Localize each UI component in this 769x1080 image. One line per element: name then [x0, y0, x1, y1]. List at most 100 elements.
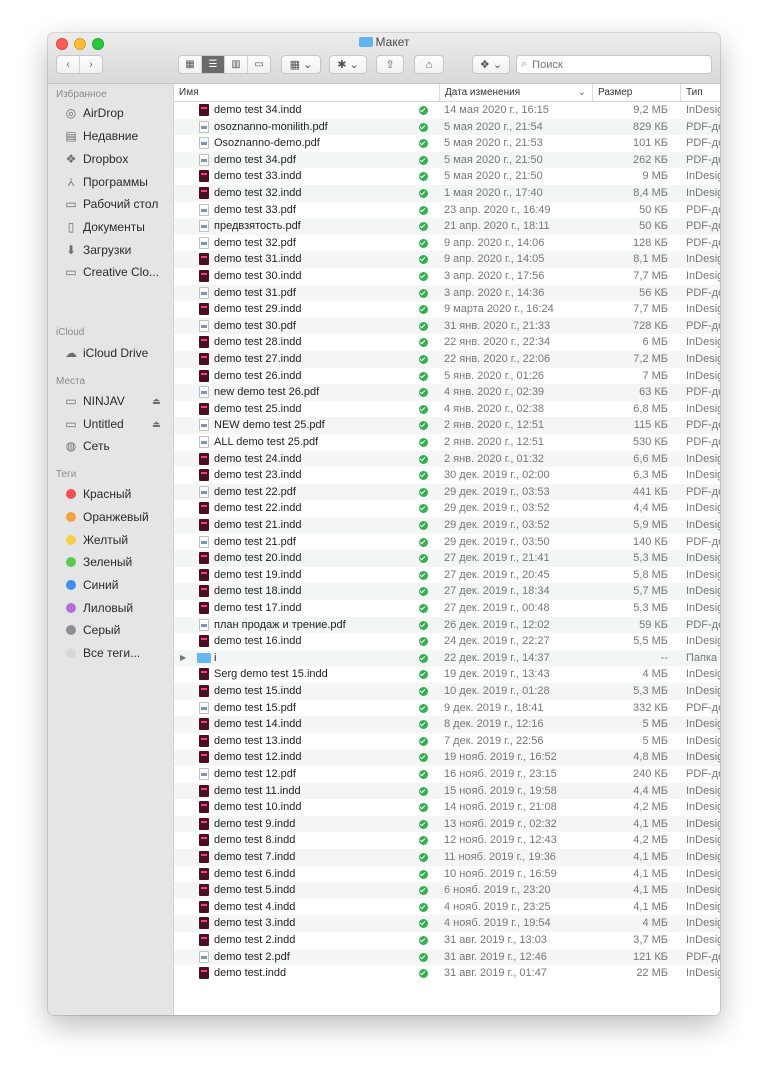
file-size: 7,7 МБ [633, 270, 668, 282]
column-header-size[interactable]: Размер [592, 84, 680, 101]
sidebar-tag-green[interactable]: Зеленый [64, 553, 172, 571]
eject-icon[interactable]: ⏏ [152, 396, 161, 407]
table-row[interactable]: demo test 25.indd 4 янв. 2020 г., 02:38 6,… [174, 401, 720, 418]
table-row[interactable]: demo test 19.indd 27 дек. 2019 г., 20:45 5… [174, 567, 720, 584]
sidebar-item-applications[interactable]: ⩑ Программы [64, 173, 172, 191]
table-row[interactable]: demo test 11.indd 15 нояб. 2019 г., 19:58… [174, 782, 720, 800]
sidebar-item-creative-cloud[interactable]: ▭ Creative Clo... [64, 263, 172, 281]
table-row[interactable]: demo test 32.pdf 9 апр. 2020 г., 14:06 128… [174, 235, 720, 252]
table-row[interactable]: demo test 22.pdf 29 дек. 2019 г., 03:53 44… [174, 483, 720, 501]
search-field[interactable]: ⌕ [516, 55, 712, 74]
table-row[interactable]: demo test 24.indd 2 янв. 2020 г., 01:32 6,… [174, 450, 720, 468]
table-row[interactable]: план продаж и трение.pdf 26 дек. 2019 г.,… [174, 616, 720, 634]
table-row[interactable]: demo test 15.indd 10 дек. 2019 г., 01:28 5… [174, 683, 720, 700]
table-row[interactable]: demo test 10.indd 14 нояб. 2019 г., 21:08… [174, 799, 720, 816]
sidebar-tag-purple[interactable]: Лиловый [64, 599, 172, 617]
column-header-type[interactable]: Тип [680, 84, 720, 101]
table-row[interactable]: предвзятость.pdf 21 апр. 2020 г., 18:11 50… [174, 218, 720, 235]
table-row[interactable]: osoznanno-monilith.pdf 5 мая 2020 г., 21:… [174, 118, 720, 136]
file-date: 6 нояб. 2019 г., 23:20 [444, 884, 551, 897]
sidebar-item-dropbox[interactable]: ❖ Dropbox [64, 150, 172, 168]
table-row[interactable]: demo test 4.indd 4 нояб. 2019 г., 23:25 4,… [174, 899, 720, 916]
view-icons-button[interactable]: ▦ [179, 56, 202, 73]
table-row[interactable]: demo test 34.indd 14 мая 2020 г., 16:15 9,… [174, 102, 720, 119]
table-row[interactable]: demo test 13.indd 7 дек. 2019 г., 22:56 5 … [174, 733, 720, 750]
table-row[interactable]: demo test 30.indd 3 апр. 2020 г., 17:56 7,… [174, 268, 720, 285]
table-row[interactable]: demo test 9.indd 13 нояб. 2019 г., 02:32 4… [174, 815, 720, 833]
table-row[interactable]: new demo test 26.pdf 4 янв. 2020 г., 02:3… [174, 384, 720, 401]
table-row[interactable]: demo test 2.pdf 31 авг. 2019 г., 12:46 121… [174, 948, 720, 966]
view-list-button[interactable]: ☰ [202, 56, 225, 73]
action-button[interactable]: ✱ ⌄ [329, 55, 367, 74]
table-row[interactable]: demo test 31.pdf 3 апр. 2020 г., 14:36 56 … [174, 284, 720, 302]
sidebar-item-desktop[interactable]: ▭ Рабочий стол [64, 195, 172, 213]
table-row[interactable]: demo test 2.indd 31 авг. 2019 г., 13:03 3,… [174, 932, 720, 949]
table-row[interactable]: Serg demo test 15.indd 19 дек. 2019 г., 1… [174, 666, 720, 683]
eject-icon[interactable]: ⏏ [152, 419, 161, 430]
edit-tags-button[interactable]: ⌂ [414, 55, 444, 74]
table-row[interactable]: demo test 22.indd 29 дек. 2019 г., 03:52 4… [174, 500, 720, 517]
table-row[interactable]: demo test 17.indd 27 дек. 2019 г., 00:48 5… [174, 600, 720, 617]
sidebar-item-documents[interactable]: ▯ Документы [64, 218, 172, 236]
sidebar-tag-gray[interactable]: Серый [64, 621, 172, 639]
table-row[interactable]: demo test 26.indd 5 янв. 2020 г., 01:26 7 … [174, 368, 720, 385]
table-row[interactable]: demo test 16.indd 24 дек. 2019 г., 22:27 5… [174, 633, 720, 650]
table-row[interactable]: demo test 33.pdf 23 апр. 2020 г., 16:49 50… [174, 202, 720, 219]
downloads-icon: ⬇ [65, 243, 77, 257]
table-row[interactable]: demo test 23.indd 30 дек. 2019 г., 02:00 6… [174, 467, 720, 484]
table-row[interactable]: demo test 12.indd 19 нояб. 2019 г., 16:52… [174, 749, 720, 766]
table-row[interactable]: demo test 8.indd 12 нояб. 2019 г., 12:43 4… [174, 832, 720, 849]
file-size: 128 КБ [632, 236, 668, 249]
table-row[interactable]: demo test.indd 31 авг. 2019 г., 01:47 22 М… [174, 965, 720, 982]
table-row[interactable]: demo test 12.pdf 16 нояб. 2019 г., 23:15 2… [174, 766, 720, 783]
view-columns-button[interactable]: ▥ [225, 56, 248, 73]
sidebar-item-recents[interactable]: ▤ Недавние [64, 127, 172, 145]
table-row[interactable]: demo test 6.indd 10 нояб. 2019 г., 16:59 4… [174, 866, 720, 883]
table-row[interactable]: ALL demo test 25.pdf 2 янв. 2020 г., 12:5… [174, 434, 720, 451]
view-gallery-button[interactable]: ▭ [248, 56, 270, 73]
group-button[interactable]: ▦ ⌄ [281, 55, 321, 74]
table-row[interactable]: demo test 27.indd 22 янв. 2020 г., 22:06 7… [174, 351, 720, 368]
file-size: 262 КБ [632, 153, 668, 166]
table-row[interactable]: demo test 14.indd 8 дек. 2019 г., 12:16 5 … [174, 716, 720, 733]
dropbox-button[interactable]: ❖ ⌄ [472, 55, 510, 74]
sidebar-item-airdrop[interactable]: ◎ AirDrop [64, 104, 172, 122]
table-row[interactable]: ▶ i 22 дек. 2019 г., 14:37 -- Папка [174, 649, 720, 667]
file-date: 4 нояб. 2019 г., 23:25 [444, 900, 551, 913]
documents-icon: ▯ [67, 220, 75, 234]
sidebar-tag-blue[interactable]: Синий [64, 576, 172, 594]
file-type: InDesig [686, 867, 720, 880]
column-header-date[interactable]: Дата изменения ⌄ [439, 84, 592, 101]
table-row[interactable]: demo test 29.indd 9 марта 2020 г., 16:24 7… [174, 301, 720, 318]
column-header-name[interactable]: Имя [174, 84, 439, 101]
table-row[interactable]: demo test 28.indd 22 янв. 2020 г., 22:34 6… [174, 334, 720, 351]
sidebar-all-tags[interactable]: Все теги... [64, 644, 172, 662]
table-row[interactable]: demo test 3.indd 4 нояб. 2019 г., 19:54 4 … [174, 915, 720, 932]
back-button[interactable]: ‹ [57, 56, 80, 73]
table-row[interactable]: demo test 7.indd 11 нояб. 2019 г., 19:36 4… [174, 849, 720, 866]
table-row[interactable]: demo test 32.indd 1 мая 2020 г., 17:40 8,4… [174, 185, 720, 202]
table-row[interactable]: demo test 5.indd 6 нояб. 2019 г., 23:20 4,… [174, 882, 720, 899]
table-row[interactable]: demo test 30.pdf 31 янв. 2020 г., 21:33 72… [174, 317, 720, 335]
table-row[interactable]: demo test 31.indd 9 апр. 2020 г., 14:05 8,… [174, 251, 720, 268]
sidebar-tag-orange[interactable]: Оранжевый [64, 508, 172, 526]
table-row[interactable]: demo test 34.pdf 5 мая 2020 г., 21:50 262 … [174, 151, 720, 169]
sidebar-item-icloud-drive[interactable]: ☁ iCloud Drive [64, 344, 172, 362]
table-row[interactable]: demo test 33.indd 5 мая 2020 г., 21:50 9 М… [174, 168, 720, 185]
table-row[interactable]: NEW demo test 25.pdf 2 янв. 2020 г., 12:5… [174, 417, 720, 434]
table-row[interactable]: demo test 15.pdf 9 дек. 2019 г., 18:41 332… [174, 700, 720, 717]
forward-button[interactable]: › [80, 56, 102, 73]
table-row[interactable]: demo test 21.indd 29 дек. 2019 г., 03:52 5… [174, 517, 720, 534]
table-row[interactable]: Osoznanno-demo.pdf 5 мая 2020 г., 21:53 10… [174, 135, 720, 152]
table-row[interactable]: demo test 21.pdf 29 дек. 2019 г., 03:50 14… [174, 534, 720, 551]
sidebar-item-downloads[interactable]: ⬇ Загрузки [64, 241, 172, 259]
sidebar-tag-red[interactable]: Красный [64, 485, 172, 503]
sidebar-tag-yellow[interactable]: Желтый [64, 531, 172, 549]
table-row[interactable]: demo test 18.indd 27 дек. 2019 г., 18:34 5… [174, 583, 720, 600]
disclosure-triangle-icon[interactable]: ▶ [180, 650, 186, 667]
share-button[interactable]: ⇧ [376, 55, 404, 74]
sidebar-item-network[interactable]: ◍ Сеть [64, 437, 172, 455]
search-input[interactable] [530, 57, 695, 72]
back-forward-control: ‹ › [56, 55, 103, 74]
table-row[interactable]: demo test 20.indd 27 дек. 2019 г., 21:41 5… [174, 550, 720, 567]
